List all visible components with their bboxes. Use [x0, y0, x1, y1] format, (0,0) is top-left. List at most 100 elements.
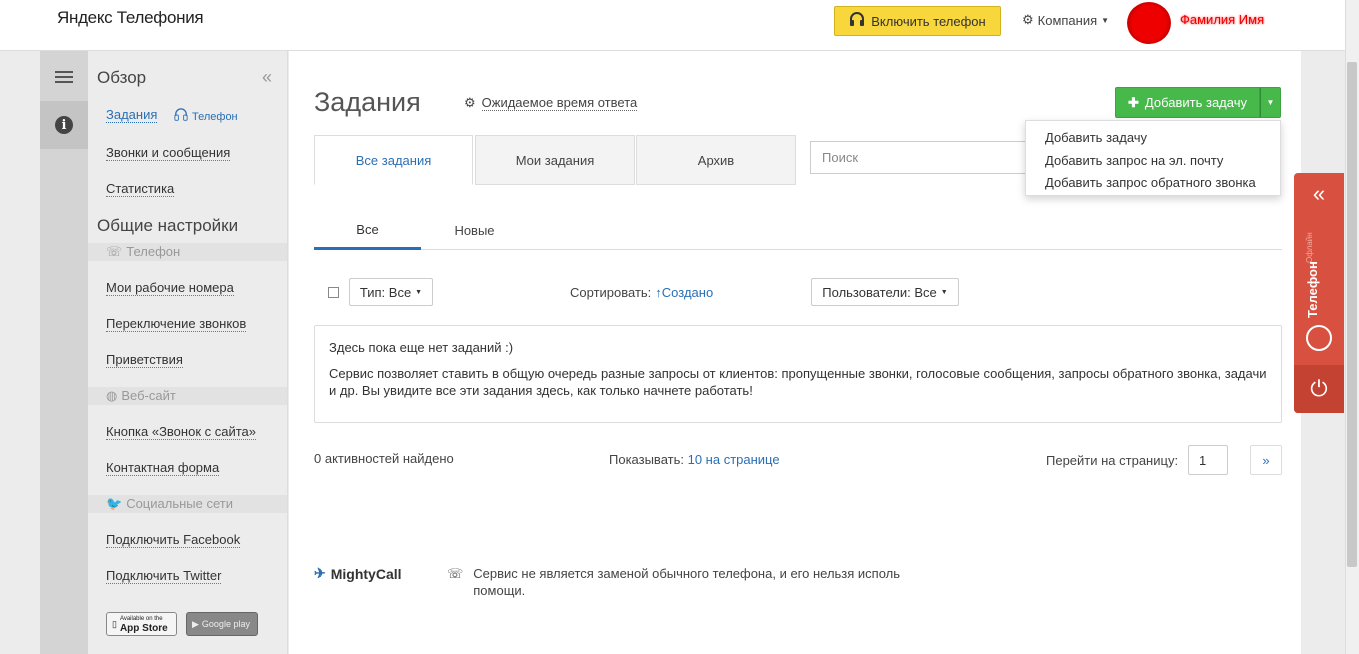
power-icon: ⏻: [1310, 376, 1328, 401]
phone-tag-label: Телефон: [192, 110, 238, 123]
group-website-label: Веб-сайт: [121, 388, 176, 403]
sidebar-item-contact-form[interactable]: Контактная форма: [106, 460, 220, 476]
empty-state-title: Здесь пока еще нет заданий :): [329, 340, 514, 355]
response-time-label: Ожидаемое время ответа: [481, 95, 638, 111]
user-name[interactable]: Фамилия Имя: [1180, 12, 1285, 26]
sidebar-phone-tag[interactable]: Телефон: [174, 108, 238, 125]
type-filter-button[interactable]: Тип: Все ▼: [349, 278, 433, 306]
footer: ✈ MightyCall ☏ Сервис не является замено…: [314, 565, 914, 605]
sort-value: Создано: [661, 285, 714, 300]
collapse-icon[interactable]: «: [262, 67, 272, 88]
headset-icon: [1306, 325, 1332, 351]
app-store-label: App Store: [119, 623, 168, 634]
group-phone-label: Телефон: [126, 244, 181, 259]
page-number-input[interactable]: 1: [1188, 445, 1228, 475]
page-title: Задания: [314, 87, 421, 117]
phone-widget[interactable]: « Офлайн Телефон ⏻: [1294, 173, 1344, 413]
sidebar-item-statistics[interactable]: Статистика: [106, 181, 175, 197]
type-filter-label: Тип: Все: [359, 284, 412, 300]
sort-control: Сортировать: ↑Создано: [570, 285, 713, 300]
group-social-label: Социальные сети: [126, 496, 233, 511]
play-icon: ▶: [192, 618, 199, 629]
caret-down-icon: ▼: [1266, 98, 1275, 107]
response-time-link[interactable]: ⚙ Ожидаемое время ответа: [464, 95, 638, 111]
expand-icon[interactable]: «: [1294, 181, 1344, 207]
company-menu[interactable]: ⚙ Компания ▼: [1022, 12, 1109, 28]
per-page-label: Показывать:: [609, 452, 684, 467]
phone-icon: ☏: [106, 244, 123, 259]
users-filter-label: Пользователи: Все: [822, 284, 937, 300]
tab-all-tasks[interactable]: Все задания: [314, 135, 473, 185]
enable-phone-button[interactable]: Включить телефон: [834, 6, 1001, 36]
tab-my-tasks[interactable]: Мои задания: [475, 135, 635, 185]
info-tab[interactable]: i: [40, 101, 88, 149]
company-label: Компания: [1037, 12, 1098, 28]
caret-down-icon: ▼: [940, 288, 948, 296]
subtab-new[interactable]: Новые: [421, 211, 528, 250]
next-page-button[interactable]: »: [1250, 445, 1282, 475]
gear-icon: ⚙: [1022, 12, 1034, 27]
globe-icon: ◍: [106, 388, 118, 403]
plus-icon: ✚: [1128, 94, 1139, 110]
menu-item-add-callback-request[interactable]: Добавить запрос обратного звонка: [1026, 172, 1280, 195]
footer-note: ☏ Сервис не является заменой обычного те…: [447, 565, 917, 599]
sort-label: Сортировать:: [570, 285, 652, 300]
menu-item-add-email-request[interactable]: Добавить запрос на эл. почту: [1026, 150, 1280, 173]
caret-down-icon: ▼: [415, 288, 423, 296]
subtab-all[interactable]: Все: [314, 211, 421, 250]
per-page-link[interactable]: 10 на странице: [688, 452, 780, 467]
add-task-label: Добавить задачу: [1144, 95, 1247, 110]
sidebar-item-call-button[interactable]: Кнопка «Звонок с сайта»: [106, 424, 256, 440]
per-page-control: Показывать: 10 на странице: [609, 452, 780, 467]
add-task-button[interactable]: ✚ Добавить задачу: [1115, 87, 1260, 118]
info-icon: i: [55, 116, 73, 134]
sort-created-link[interactable]: ↑Создано: [655, 285, 713, 300]
google-play-badge[interactable]: ▶ Google play: [186, 612, 258, 636]
app-store-badge[interactable]: ▯ Available on the App Store: [106, 612, 177, 636]
empty-state-box: Здесь пока еще нет заданий :) Сервис поз…: [314, 325, 1282, 423]
goto-page-label: Перейти на страницу:: [1046, 453, 1179, 468]
add-task-dropdown-menu: Добавить задачу Добавить запрос на эл. п…: [1025, 120, 1281, 196]
sidebar-title: Обзор: [97, 68, 147, 87]
apple-icon: ▯: [112, 618, 117, 629]
power-button[interactable]: ⏻: [1294, 365, 1344, 413]
app-logo[interactable]: Яндекс Телефония: [57, 8, 204, 28]
avatar[interactable]: [1127, 2, 1171, 44]
sidebar-item-calls[interactable]: Звонки и сообщения: [106, 145, 231, 161]
sidebar-item-tasks[interactable]: Задания: [106, 107, 158, 123]
sidebar-item-numbers[interactable]: Мои рабочие номера: [106, 280, 234, 296]
group-website: ◍ Веб-сайт: [88, 387, 287, 405]
select-all-checkbox[interactable]: [328, 287, 339, 298]
gear-icon: ⚙: [464, 95, 476, 110]
users-filter-button[interactable]: Пользователи: Все ▼: [811, 278, 959, 306]
general-settings-title: Общие настройки: [97, 216, 239, 235]
group-social: 🐦 Социальные сети: [88, 495, 287, 513]
headset-icon: [849, 11, 865, 31]
menu-item-add-task[interactable]: Добавить задачу: [1026, 127, 1280, 150]
sidebar-item-facebook[interactable]: Подключить Facebook: [106, 532, 241, 548]
scrollbar-thumb[interactable]: [1347, 62, 1357, 567]
sidebar-item-call-switching[interactable]: Переключение звонков: [106, 316, 247, 332]
footer-note-text: Сервис не является заменой обычного теле…: [473, 566, 901, 598]
widget-phone-label: Телефон: [1305, 261, 1320, 319]
sidebar-item-twitter[interactable]: Подключить Twitter: [106, 568, 222, 584]
mightycall-label: MightyCall: [330, 565, 402, 582]
sidebar: Обзор « Задания Телефон Звонки и сообщен…: [88, 51, 288, 654]
top-bar: Яндекс Телефония Включить телефон ⚙ Комп…: [0, 0, 1345, 51]
mightycall-logo[interactable]: ✈ MightyCall: [314, 565, 402, 582]
search-input[interactable]: Поиск: [810, 141, 1030, 174]
sidebar-item-greetings[interactable]: Приветствия: [106, 352, 183, 368]
subtabs: Все Новые: [314, 211, 1282, 250]
google-play-label: Google play: [201, 619, 250, 629]
headset-icon: [174, 108, 188, 125]
empty-state-text: Сервис позволяет ставить в общую очередь…: [329, 366, 1267, 398]
menu-icon[interactable]: [55, 71, 73, 86]
group-phone: ☏ Телефон: [88, 243, 287, 261]
results-count: 0 активностей найдено: [314, 451, 454, 466]
tab-archive[interactable]: Архив: [636, 135, 796, 185]
no-call-icon: ☏: [447, 566, 464, 581]
add-task-dropdown-toggle[interactable]: ▼: [1260, 87, 1281, 118]
enable-phone-label: Включить телефон: [871, 13, 986, 29]
icon-rail: i: [40, 51, 88, 654]
caret-down-icon: ▼: [1101, 15, 1110, 25]
